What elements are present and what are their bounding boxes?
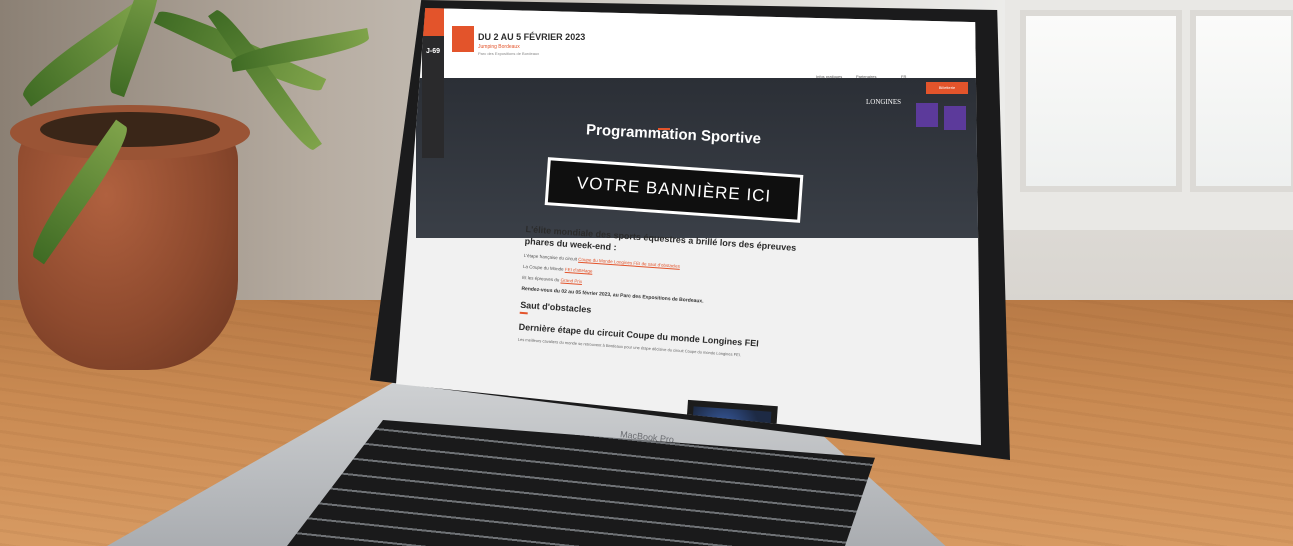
window-pane: [1190, 10, 1293, 192]
language-selector[interactable]: FR: [901, 74, 906, 79]
site-logo[interactable]: [452, 26, 474, 52]
event-badge: [944, 106, 966, 130]
ticket-button[interactable]: Billetterie: [926, 82, 968, 94]
nav-link-partenaires[interactable]: Partenaires: [856, 74, 876, 79]
event-badge: [916, 103, 938, 127]
event-dates: DU 2 AU 5 FÉVRIER 2023: [478, 32, 586, 42]
venue-sub: Parc des Expositions de Bordeaux: [478, 51, 540, 56]
photo-scene: MacBook Pro J-69 DU 2 AU 5 FÉVRIER 2023 …: [0, 0, 1293, 546]
window-pane: [1020, 10, 1182, 192]
bullet-prefix: L'étape française du circuit: [523, 252, 578, 262]
bullet-link[interactable]: Coupe du Monde Longines FEI de saut d'ob…: [578, 257, 680, 269]
plant-soil: [40, 112, 220, 147]
nav-link-infos[interactable]: Infos pratiques: [816, 74, 842, 79]
note-prefix: Et les épreuves du: [522, 274, 560, 283]
article-content: L'élite mondiale des sports équestres a …: [518, 223, 826, 364]
sponsor-logo: LONGINES: [866, 98, 901, 106]
bullet-link[interactable]: FEI d'attelage: [565, 267, 593, 274]
countdown: J-69: [425, 48, 440, 55]
section-accent: [519, 311, 528, 315]
note-link[interactable]: Grand Prix: [560, 278, 582, 284]
menu-button[interactable]: [422, 8, 444, 36]
bullet-prefix: La Coupe du Monde: [522, 263, 564, 272]
site-sidebar: J-69: [422, 8, 444, 158]
venue-line: Jumping Bordeaux: [478, 44, 520, 50]
